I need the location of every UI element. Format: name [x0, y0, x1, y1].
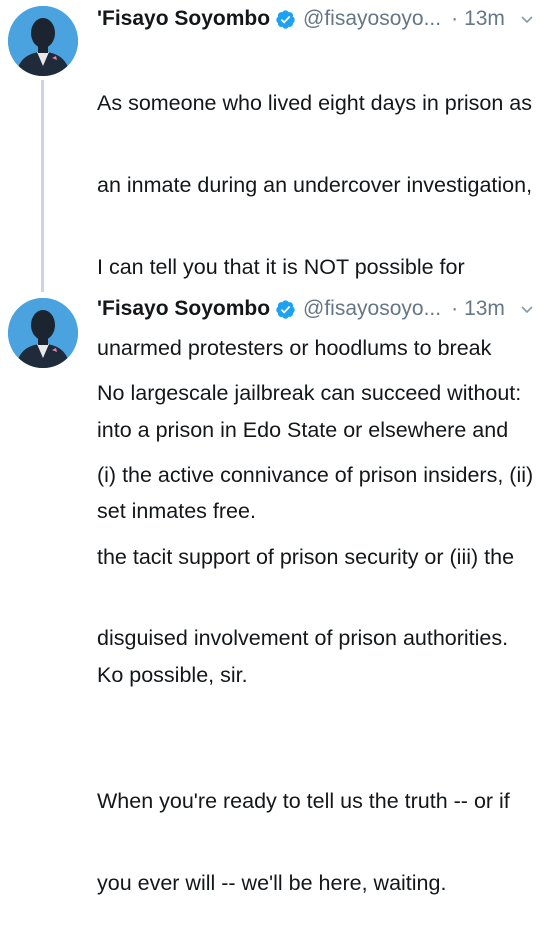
tweet[interactable]: 'Fisayo Soyombo @fisayosoyo... · 13m No …	[0, 290, 556, 895]
timestamp[interactable]: 13m	[464, 294, 505, 324]
user-handle[interactable]: @fisayosoyo...	[303, 294, 441, 324]
verified-badge-icon	[275, 9, 296, 30]
avatar[interactable]	[8, 6, 78, 76]
chevron-down-icon[interactable]	[519, 11, 535, 27]
text-line: an inmate during an undercover investiga…	[97, 173, 533, 198]
text-line: the tacit support of prison security or …	[97, 544, 515, 569]
text-line: No largescale jailbreak can succeed with…	[97, 381, 522, 406]
person-avatar-icon	[8, 6, 78, 76]
user-handle[interactable]: @fisayosoyo...	[303, 4, 441, 34]
tweet[interactable]: 'Fisayo Soyombo @fisayosoyo... · 13m As …	[0, 0, 556, 687]
text-line: you ever will -- we'll be here, waiting.	[97, 871, 447, 896]
display-name[interactable]: 'Fisayo Soyombo	[97, 4, 270, 34]
tweet-header: 'Fisayo Soyombo @fisayosoyo... · 13m	[97, 294, 556, 324]
chevron-down-icon[interactable]	[519, 301, 535, 317]
avatar[interactable]	[8, 298, 78, 368]
text-line: (i) the active connivance of prison insi…	[97, 463, 534, 488]
display-name[interactable]: 'Fisayo Soyombo	[97, 294, 270, 324]
text-line: As someone who lived eight days in priso…	[97, 91, 533, 116]
tweet-header: 'Fisayo Soyombo @fisayosoyo... · 13m	[97, 4, 556, 34]
text-line: When you're ready to tell us the truth -…	[97, 789, 510, 814]
person-avatar-icon	[8, 298, 78, 368]
separator-dot: ·	[451, 297, 459, 320]
thread-line	[41, 80, 44, 292]
text-line: I can tell you that it is NOT possible f…	[97, 254, 465, 279]
verified-badge-icon	[275, 299, 296, 320]
text-line: disguised involvement of prison authorit…	[97, 626, 509, 651]
timestamp[interactable]: 13m	[464, 4, 505, 34]
tweet-text: No largescale jailbreak can succeed with…	[97, 326, 556, 952]
separator-dot: ·	[451, 7, 459, 30]
